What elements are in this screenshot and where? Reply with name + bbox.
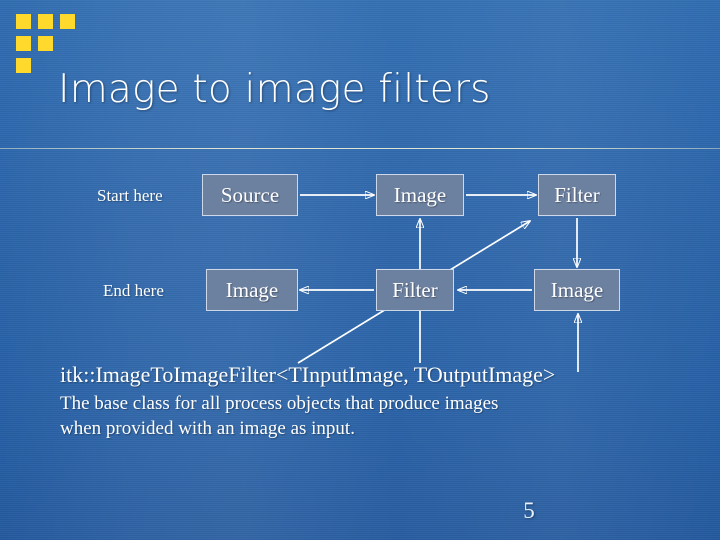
page-number: 5 <box>523 498 535 523</box>
node-filter-2: Filter <box>376 269 454 311</box>
node-image-1: Image <box>376 174 464 216</box>
node-image-2: Image <box>534 269 620 311</box>
description-line-2: when provided with an image as input. <box>60 418 355 440</box>
pipeline-diagram: Start here End here Source Image Filter … <box>0 0 720 540</box>
node-source: Source <box>202 174 298 216</box>
class-description: The base class for all process objects t… <box>60 391 700 442</box>
class-signature: itk::ImageToImageFilter<TInputImage, TOu… <box>60 362 556 387</box>
start-here-label: Start here <box>97 186 163 205</box>
body-text: itk::ImageToImageFilter<TInputImage, TOu… <box>60 362 700 442</box>
description-line-1: The base class for all process objects t… <box>60 392 499 414</box>
node-image-3: Image <box>206 269 298 311</box>
slide: Image to image filters Start here End he… <box>0 0 720 540</box>
end-here-label: End here <box>103 281 164 300</box>
node-filter-1: Filter <box>538 174 616 216</box>
